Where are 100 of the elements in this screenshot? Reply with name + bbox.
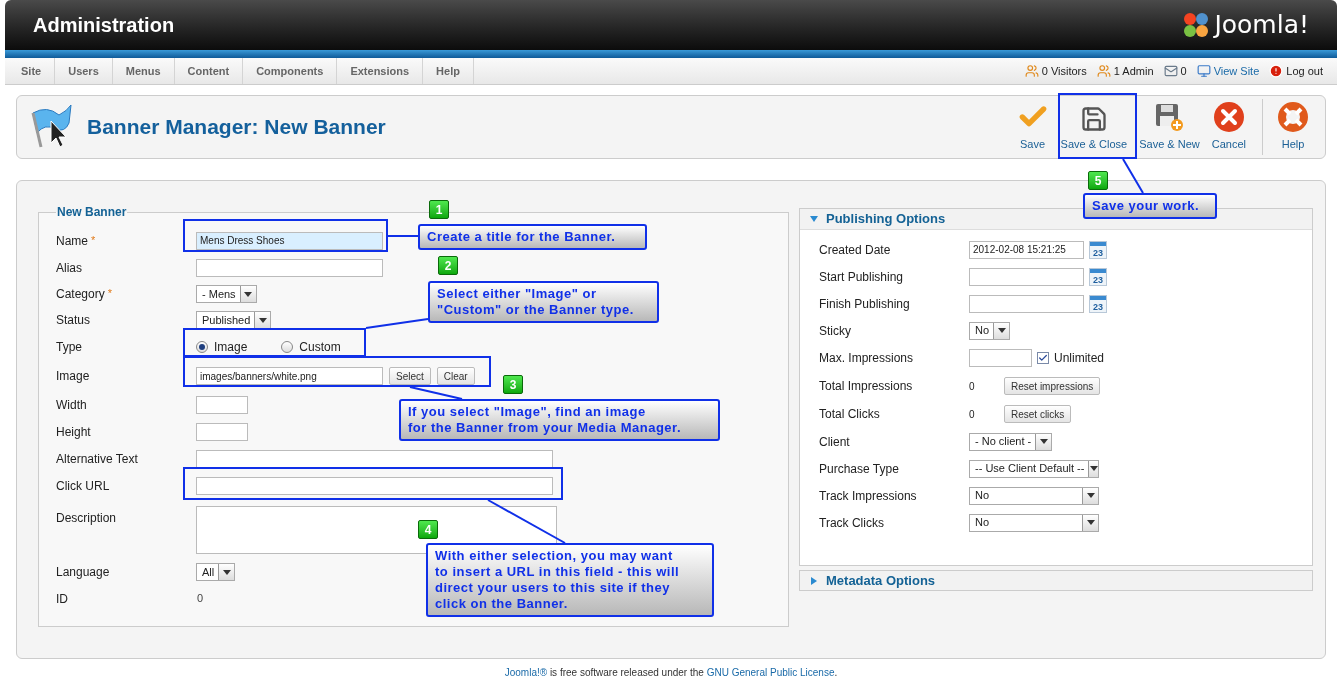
text-field[interactable]	[969, 267, 1084, 286]
field-label: Total Impressions	[819, 378, 914, 395]
lifebuoy-icon	[1277, 100, 1309, 133]
section-header[interactable]: Metadata Options	[799, 570, 1313, 591]
callout-tooltip: Create a title for the Banner.	[418, 224, 647, 250]
footer-link[interactable]: Joomla!®	[504, 667, 548, 678]
toolbar-button[interactable]: Save & New	[1133, 99, 1206, 155]
logout-link[interactable]: Log out	[1286, 62, 1323, 80]
dropdown[interactable]: - No client -	[969, 432, 1053, 451]
field-label: Name	[56, 232, 88, 250]
page-title: Banner Manager: New Banner	[87, 114, 386, 141]
field-label: Purchase Type	[819, 460, 900, 478]
field-label: Click URL	[56, 477, 110, 495]
required-asterisk: *	[91, 232, 96, 248]
fieldset-legend: New Banner	[56, 203, 128, 221]
field-label: Sticky	[819, 322, 852, 340]
step-number-badge: 5	[1088, 171, 1108, 190]
leader-line	[1122, 158, 1144, 194]
envelope-icon	[1163, 64, 1178, 78]
radio-option[interactable]: Custom	[281, 338, 341, 356]
dropdown[interactable]: No	[969, 486, 1099, 505]
menu-item[interactable]: Site	[8, 58, 56, 84]
leader-line	[409, 386, 463, 400]
dropdown[interactable]: No	[969, 513, 1099, 532]
dropdown[interactable]: No	[969, 321, 1011, 340]
radio-option[interactable]: Image	[196, 338, 248, 356]
text-field[interactable]	[196, 422, 248, 441]
field-label: Status	[56, 312, 91, 329]
footer-text: Joomla!® is free software released under the GNU General Public License.	[503, 666, 839, 680]
toolbar-button[interactable]: Cancel	[1205, 99, 1252, 155]
menu-item[interactable]: Components	[243, 58, 338, 84]
field-label: Finish Publishing	[819, 295, 911, 313]
text-field[interactable]	[196, 258, 383, 277]
users-icon	[1096, 64, 1111, 78]
leader-line	[387, 235, 419, 237]
field-label: Description	[56, 510, 117, 527]
status-count: 0	[1180, 63, 1187, 79]
form-button[interactable]: Select	[389, 367, 431, 385]
field-label: ID	[56, 590, 68, 608]
status-count: 0 Visitors	[1041, 63, 1087, 79]
dropdown[interactable]: Published	[196, 311, 272, 329]
checkbox-label: Unlimited	[1054, 350, 1104, 367]
calendar-icon[interactable]: 23	[1089, 267, 1107, 286]
field-value: 0	[196, 591, 204, 607]
view-site-link[interactable]: View Site	[1213, 62, 1260, 80]
field-label: Client	[819, 433, 851, 451]
field-label: Track Clicks	[819, 514, 885, 532]
toolbar-button[interactable]: Save & Close	[1054, 99, 1134, 155]
field-label: Width	[56, 396, 87, 414]
text-field[interactable]	[196, 395, 248, 414]
triangle-down-icon	[810, 215, 818, 223]
required-asterisk: *	[107, 286, 112, 301]
menu-item[interactable]: Menus	[112, 58, 175, 84]
step-number-badge: 1	[429, 200, 449, 219]
menu-item[interactable]: Extensions	[337, 58, 424, 84]
cancel-icon	[1212, 100, 1245, 133]
field-label: Category	[56, 286, 105, 303]
dropdown[interactable]: All	[196, 563, 236, 581]
dropdown[interactable]: -- Use Client Default --	[969, 459, 1099, 478]
field-label: Created Date	[819, 241, 892, 259]
calendar-icon[interactable]: 23	[1089, 240, 1107, 259]
text-field[interactable]: images/banners/white.png	[196, 367, 383, 385]
users-icon	[1024, 64, 1039, 78]
field-label: Alternative Text	[56, 450, 138, 468]
form-button[interactable]: Clear	[436, 367, 475, 385]
logo-text: Joomla!	[1214, 9, 1309, 42]
counter-value: 0	[969, 379, 976, 394]
field-label: Type	[56, 339, 82, 356]
menu-item[interactable]: Help	[423, 58, 474, 84]
text-field[interactable]	[196, 476, 553, 495]
monitor-icon	[1196, 64, 1211, 78]
text-field[interactable]: 2012-02-08 15:21:25	[969, 240, 1084, 259]
field-label: Height	[56, 423, 91, 441]
menu-item[interactable]: Users	[55, 58, 113, 84]
toolbar-button[interactable]: Save	[1010, 99, 1055, 155]
text-field[interactable]	[969, 349, 1032, 367]
counter-value: 0	[969, 407, 976, 422]
text-field[interactable]: Mens Dress Shoes	[196, 231, 383, 250]
calendar-icon[interactable]: 23	[1089, 294, 1107, 313]
header-title: Administration	[33, 13, 175, 38]
menu-item[interactable]: Content	[174, 58, 244, 84]
field-label: Image	[56, 368, 90, 385]
status-count: 1 Admin	[1113, 63, 1154, 79]
form-button[interactable]: Reset clicks	[1004, 405, 1072, 423]
leader-line	[365, 318, 429, 329]
callout-tooltip: If you select "Image", find an image for the Banner from your Media Manager.	[399, 399, 720, 441]
toolbar-button[interactable]: Help	[1262, 99, 1315, 155]
triangle-right-icon	[810, 576, 818, 585]
exclamation-icon	[1269, 64, 1284, 78]
text-field[interactable]	[969, 294, 1084, 313]
step-number-badge: 3	[503, 375, 523, 394]
checkbox[interactable]	[1037, 352, 1049, 364]
form-button[interactable]: Reset impressions	[1004, 377, 1101, 395]
callout-tooltip: Select either "Image" or "Custom" or the Banner type.	[428, 281, 659, 323]
callout-tooltip: Save your work.	[1083, 193, 1217, 219]
field-label: Language	[56, 564, 110, 581]
field-label: Total Clicks	[819, 406, 881, 423]
callout-tooltip: With either selection, you may want to insert a URL in this field - this will direct your users to this site if they click on the Banner.	[426, 543, 714, 617]
text-field[interactable]	[196, 449, 553, 468]
dropdown[interactable]: - Mens	[196, 285, 257, 303]
